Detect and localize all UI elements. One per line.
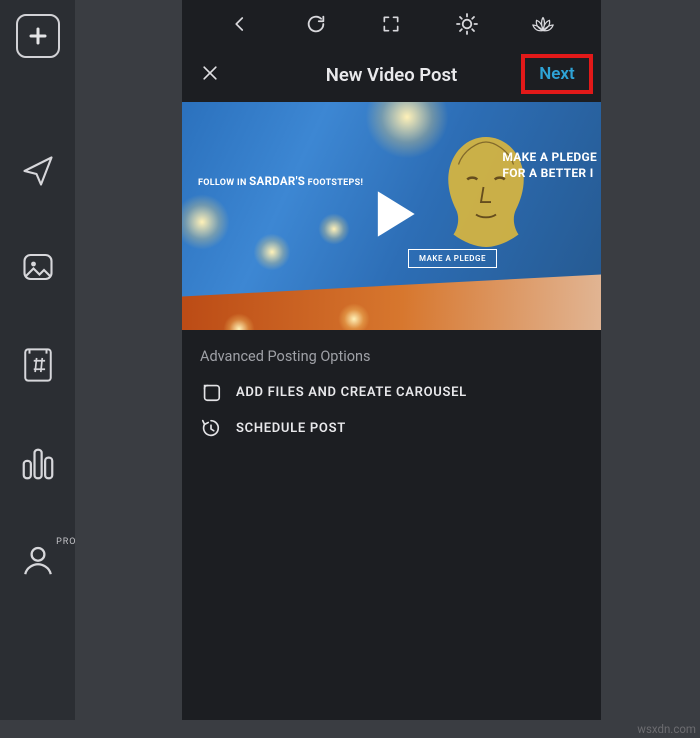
schedule-post-row[interactable]: SCHEDULE POST — [200, 417, 585, 439]
create-post-button[interactable] — [16, 14, 60, 58]
overlay-pledge-text: MAKE A PLEDGE FOR A BETTER I — [502, 150, 597, 181]
add-carousel-row[interactable]: ADD FILES AND CREATE CAROUSEL — [200, 381, 585, 403]
video-preview[interactable]: FOLLOW IN SARDAR'S FOOTSTEPS! MAKE A PLE… — [182, 102, 601, 330]
next-highlight: Next — [521, 54, 593, 94]
editor-toolbar — [182, 0, 601, 48]
next-button[interactable]: Next — [539, 64, 575, 84]
gallery-icon[interactable] — [20, 249, 56, 285]
advanced-options: Advanced Posting Options ADD FILES AND C… — [182, 330, 601, 463]
editor-panel: New Video Post Next FOLLOW IN SARDAR'S F… — [182, 0, 601, 720]
schedule-icon — [200, 417, 222, 439]
brightness-icon[interactable] — [447, 4, 487, 44]
hashtag-icon[interactable] — [21, 345, 55, 385]
advanced-options-title: Advanced Posting Options — [200, 348, 585, 365]
carousel-icon — [200, 381, 222, 403]
analytics-icon[interactable] — [19, 445, 57, 483]
profile-icon[interactable]: PRO — [21, 543, 55, 577]
lens-flare — [337, 302, 371, 330]
watermark: wsxdn.com — [637, 722, 696, 736]
lens-flare — [182, 192, 232, 252]
reload-icon[interactable] — [296, 4, 336, 44]
expand-icon[interactable] — [371, 4, 411, 44]
app-sidebar: PRO — [0, 0, 75, 720]
play-icon[interactable] — [358, 180, 426, 252]
lotus-icon[interactable] — [523, 4, 563, 44]
overlay-follow-text: FOLLOW IN SARDAR'S FOOTSTEPS! — [198, 174, 363, 188]
back-icon[interactable] — [220, 4, 260, 44]
lens-flare — [317, 212, 351, 246]
pro-badge: PRO — [56, 537, 76, 547]
title-bar: New Video Post Next — [182, 48, 601, 102]
lens-flare — [252, 232, 292, 272]
schedule-post-label: SCHEDULE POST — [236, 421, 346, 436]
add-carousel-label: ADD FILES AND CREATE CAROUSEL — [236, 385, 467, 400]
send-icon[interactable] — [20, 153, 56, 189]
